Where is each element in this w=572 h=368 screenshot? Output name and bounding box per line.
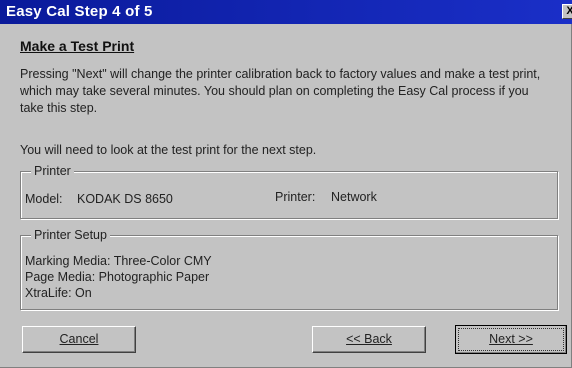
printer-setup-groupbox: Printer Setup Marking Media: Three-Color… bbox=[20, 228, 558, 310]
printer-setup-legend: Printer Setup bbox=[31, 228, 110, 242]
next-button-label: Next >> bbox=[489, 332, 533, 346]
instructions-text: Pressing "Next" will change the printer … bbox=[20, 67, 541, 115]
next-button[interactable]: Next >> bbox=[455, 325, 567, 354]
cancel-button-label: Cancel bbox=[59, 332, 99, 346]
model-label: Model: bbox=[25, 192, 63, 206]
window-title: Easy Cal Step 4 of 5 bbox=[6, 3, 153, 20]
printer-groupbox: Printer Model: KODAK DS 8650 Printer: Ne… bbox=[20, 164, 558, 219]
marking-media-text: Marking Media: Three-Color CMY bbox=[25, 254, 212, 268]
back-button[interactable]: << Back bbox=[312, 326, 426, 353]
easy-cal-dialog: Easy Cal Step 4 of 5 X Make a Test Print… bbox=[0, 0, 572, 368]
next-step-note: You will need to look at the test print … bbox=[20, 143, 317, 157]
close-button[interactable]: X bbox=[562, 4, 572, 19]
page-media-text: Page Media: Photographic Paper bbox=[25, 270, 210, 284]
back-button-label: << Back bbox=[346, 332, 392, 346]
printer-label: Printer: bbox=[275, 190, 316, 204]
printer-group-legend: Printer bbox=[31, 164, 74, 178]
xtralife-text: XtraLife: On bbox=[25, 286, 92, 300]
next-button-focus-rect: Next >> bbox=[458, 328, 564, 351]
printer-value: Network bbox=[331, 190, 377, 204]
model-value: KODAK DS 8650 bbox=[77, 192, 173, 206]
close-icon: X bbox=[566, 5, 572, 17]
cancel-button[interactable]: Cancel bbox=[22, 326, 136, 353]
title-bar[interactable]: Easy Cal Step 4 of 5 X bbox=[0, 0, 572, 24]
page-heading: Make a Test Print bbox=[20, 38, 135, 54]
